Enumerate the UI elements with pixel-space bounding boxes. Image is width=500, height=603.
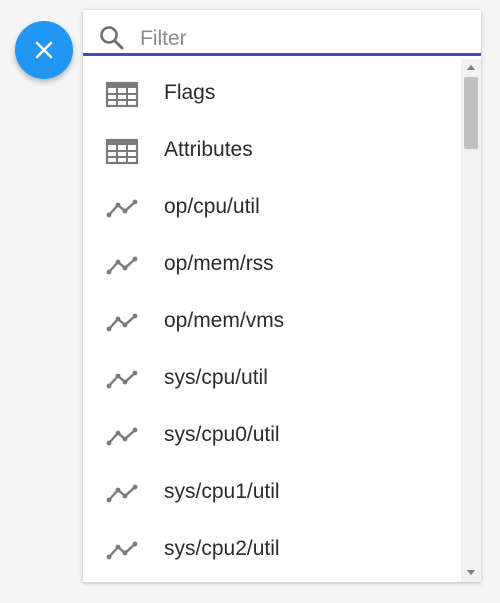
list-item[interactable]: op/mem/vms xyxy=(83,294,461,351)
list-item-label: sys/cpu0/util xyxy=(164,423,280,446)
list-item-label: Attributes xyxy=(164,138,253,161)
line-chart-icon xyxy=(105,535,139,565)
filter-input[interactable] xyxy=(140,24,460,54)
line-chart-icon xyxy=(105,193,139,223)
metric-picker-panel: Flags Attributes op/cpu/util op/mem/rss op/m… xyxy=(83,10,481,582)
list-item-label: op/mem/vms xyxy=(164,309,285,332)
scroll-down-arrow[interactable] xyxy=(467,570,475,575)
list-item-label: sys/cpu2/util xyxy=(164,537,280,560)
line-chart-icon xyxy=(105,478,139,508)
line-chart-icon xyxy=(105,421,139,451)
close-button[interactable] xyxy=(15,21,73,79)
filter-bar xyxy=(83,10,481,56)
scroll-up-arrow[interactable] xyxy=(467,65,475,70)
list-item-label: sys/cpu/util xyxy=(164,366,268,389)
close-icon xyxy=(35,41,53,59)
list-item[interactable]: sys/cpu0/util xyxy=(83,408,461,465)
line-chart-icon xyxy=(105,364,139,394)
list-item[interactable]: op/cpu/util xyxy=(83,180,461,237)
list-item[interactable]: sys/cpu2/util xyxy=(83,522,461,579)
line-chart-icon xyxy=(105,307,139,337)
table-icon xyxy=(105,79,139,109)
metric-list: Flags Attributes op/cpu/util op/mem/rss op/m… xyxy=(83,66,461,579)
line-chart-icon xyxy=(105,250,139,280)
list-item-label: op/mem/rss xyxy=(164,252,274,275)
list-item-label: sys/cpu1/util xyxy=(164,480,280,503)
list-item[interactable]: sys/cpu/util xyxy=(83,351,461,408)
list-item-label: Flags xyxy=(164,81,216,104)
scroll-thumb[interactable] xyxy=(464,77,478,149)
list-item[interactable]: Attributes xyxy=(83,123,461,180)
list-item[interactable]: sys/cpu1/util xyxy=(83,465,461,522)
table-icon xyxy=(105,136,139,166)
list-item[interactable]: Flags xyxy=(83,66,461,123)
list-item[interactable]: op/mem/rss xyxy=(83,237,461,294)
list-item-label: op/cpu/util xyxy=(164,195,260,218)
search-icon xyxy=(100,26,124,50)
scrollbar[interactable] xyxy=(461,59,481,582)
